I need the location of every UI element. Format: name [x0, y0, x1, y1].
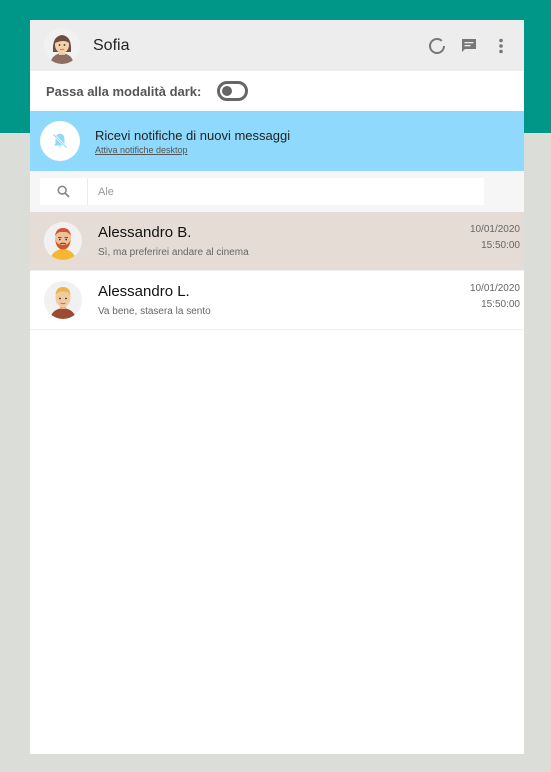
user-name: Sofia: [93, 36, 130, 54]
chat-icon[interactable]: [458, 35, 480, 57]
contact-last-message: Va bene, stasera la sento: [98, 306, 211, 317]
dark-mode-row: Passa alla modalità dark:: [30, 71, 524, 111]
search-box: [40, 178, 484, 205]
contact-timestamp: 10/01/2020 15:50:00: [470, 281, 520, 313]
sidebar-header: Sofia: [30, 20, 524, 71]
contact-date: 10/01/2020: [469, 224, 520, 235]
status-icon[interactable]: [426, 35, 448, 57]
contact-avatar: [44, 281, 82, 319]
contact-timestamp: 10/01/2020 15:50:00: [470, 222, 520, 254]
contact-avatar: [44, 222, 82, 260]
dark-mode-toggle[interactable]: [217, 81, 249, 101]
menu-dots-icon[interactable]: [490, 35, 512, 57]
contact-date: 10/01/2020: [469, 283, 520, 294]
contact-last-message: Sì, ma preferirei andare al cinema: [98, 247, 249, 258]
user-avatar[interactable]: [44, 27, 80, 64]
notification-banner: Ricevi notifiche di nuovi messaggi Attiv…: [30, 111, 524, 171]
search-icon[interactable]: [40, 178, 88, 205]
contact-name: Alessandro L.: [98, 283, 190, 300]
search-bar: [30, 171, 524, 212]
toggle-knob: [222, 86, 233, 96]
dark-mode-label: Passa alla modalità dark:: [46, 83, 202, 99]
contact-time: 15:50:00: [481, 299, 520, 310]
enable-notifications-link[interactable]: Attiva notifiche desktop: [95, 145, 290, 155]
contact-time: 15:50:00: [481, 240, 520, 251]
contact-name: Alessandro B.: [98, 224, 192, 241]
contact-item-alessandro-l[interactable]: Alessandro L. Va bene, stasera la sento …: [30, 271, 524, 330]
contact-item-alessandro-b[interactable]: Alessandro B. Sì, ma preferirei andare a…: [30, 212, 524, 271]
bell-off-icon: [40, 121, 80, 161]
search-input[interactable]: [88, 178, 484, 205]
chat-app-window: Sofia Passa alla modalità dark: Ricevi n…: [30, 20, 524, 754]
notification-title: Ricevi notifiche di nuovi messaggi: [95, 127, 291, 143]
contact-list: Alessandro B. Sì, ma preferirei andare a…: [30, 212, 524, 330]
